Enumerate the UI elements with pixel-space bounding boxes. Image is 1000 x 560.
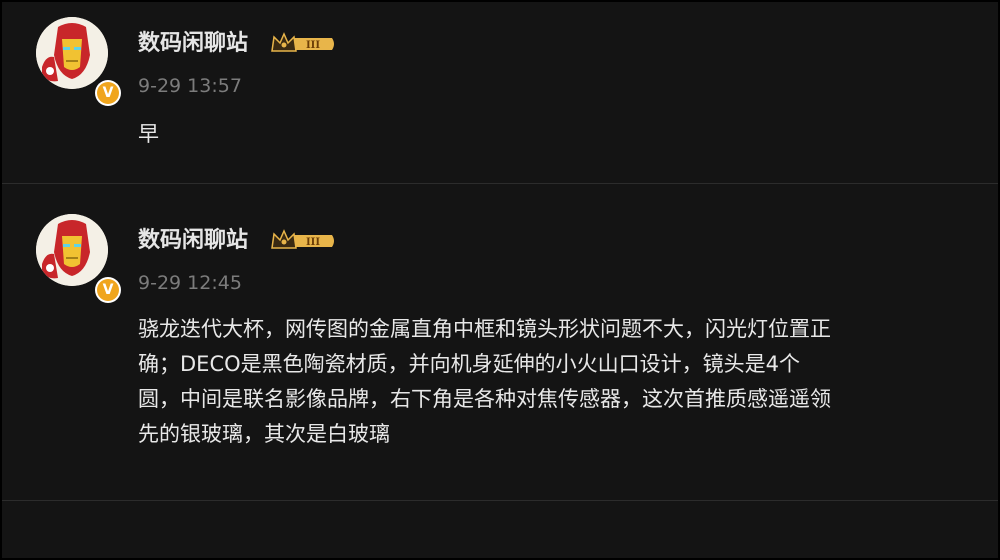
verified-v-icon: V (97, 82, 119, 104)
post-item[interactable]: V 数码闲聊站 III 9-29 12:45 骁龙迭代大杯，网传图的金属直角中框… (2, 184, 998, 500)
iron-man-avatar-icon (36, 17, 108, 89)
feed-frame: V 数码闲聊站 III 9-29 13:57 早 V 数码闲聊站 III 9-2… (0, 0, 1000, 560)
avatar[interactable] (36, 214, 108, 286)
avatar[interactable] (36, 17, 108, 89)
post-divider (2, 500, 998, 501)
post-timestamp: 9-29 12:45 (138, 272, 242, 294)
verified-v-icon: V (97, 279, 119, 301)
verified-badge: V (95, 277, 121, 303)
level-badge-text: III (306, 237, 320, 248)
iron-man-avatar-icon (36, 214, 108, 286)
level-badge-text: III (306, 40, 320, 51)
post-item[interactable]: V 数码闲聊站 III 9-29 13:57 早 (2, 2, 998, 183)
verified-badge: V (95, 80, 121, 106)
post-content: 骁龙迭代大杯，网传图的金属直角中框和镜头形状问题不大，闪光灯位置正 确；DECO… (138, 317, 831, 446)
username[interactable]: 数码闲聊站 (138, 29, 248, 59)
crown-level-badge-icon: III (271, 229, 334, 249)
post-timestamp: 9-29 13:57 (138, 75, 242, 97)
post-content: 早 (138, 122, 159, 146)
crown-level-badge-icon: III (271, 32, 334, 52)
username[interactable]: 数码闲聊站 (138, 226, 248, 256)
